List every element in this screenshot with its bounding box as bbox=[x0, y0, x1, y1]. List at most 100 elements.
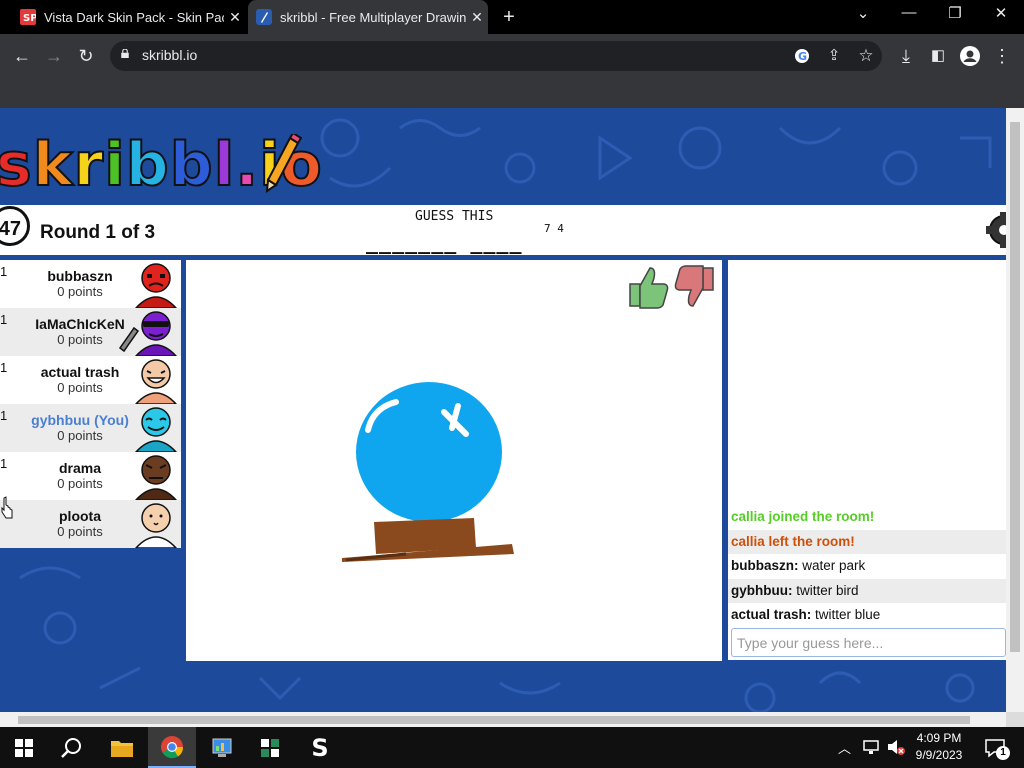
player-rank: 1 bbox=[0, 360, 8, 375]
smiling-avatar-icon bbox=[134, 407, 178, 452]
chat-message: gybhbuu: twitter bird bbox=[728, 579, 1006, 603]
sunglasses-avatar-icon bbox=[134, 311, 178, 356]
player-row[interactable]: 1 bubbaszn 0 points bbox=[0, 260, 181, 308]
chrome-taskbar-icon[interactable] bbox=[148, 727, 196, 768]
google-icon[interactable]: G bbox=[794, 48, 810, 64]
thumbs-down-icon[interactable] bbox=[673, 264, 717, 310]
laughing-avatar-icon bbox=[134, 359, 178, 404]
drawing bbox=[342, 382, 514, 562]
side-panel-icon[interactable]: ◧ bbox=[926, 44, 950, 68]
horizontal-scrollbar[interactable] bbox=[0, 712, 1006, 727]
player-points: 0 points bbox=[57, 524, 103, 539]
guess-input[interactable] bbox=[731, 628, 1006, 657]
skinpack-favicon: SP bbox=[20, 9, 36, 25]
pencil-logo-icon bbox=[265, 134, 302, 193]
neutral-avatar-icon bbox=[134, 503, 178, 548]
player-row[interactable]: 1 IaMaChIcKeN 0 points bbox=[0, 308, 181, 356]
chat-message: callia joined the room! bbox=[728, 505, 1006, 529]
drawing-pencil-icon bbox=[118, 326, 140, 353]
magnifier-icon bbox=[61, 737, 81, 758]
message-text: twitter blue bbox=[811, 607, 881, 622]
chat-message: bubbaszn: water park bbox=[728, 554, 1006, 578]
bookmark-star-icon[interactable]: ☆ bbox=[854, 44, 878, 68]
taskbar-clock[interactable]: 4:09 PM 9/9/2023 bbox=[906, 730, 972, 764]
file-explorer-icon[interactable] bbox=[98, 727, 146, 768]
timer-value: 47 bbox=[0, 218, 21, 240]
network-icon[interactable] bbox=[862, 739, 880, 755]
restore-icon[interactable]: ❐ bbox=[935, 4, 975, 22]
folder-icon bbox=[111, 740, 133, 757]
mouse-cursor-icon bbox=[1, 496, 13, 519]
player-row-you[interactable]: 1 gybhbuu (You) 0 points bbox=[0, 404, 181, 452]
chrome-icon bbox=[161, 735, 184, 758]
forward-icon[interactable]: → bbox=[42, 44, 66, 68]
svg-text:G: G bbox=[798, 50, 807, 63]
vertical-scrollbar[interactable] bbox=[1006, 108, 1024, 712]
lock-icon bbox=[121, 49, 129, 58]
message-author: actual trash: bbox=[731, 607, 812, 622]
control-panel-icon[interactable] bbox=[198, 727, 246, 768]
settings-gear-icon[interactable] bbox=[984, 210, 1008, 250]
player-row[interactable]: ploota 0 points bbox=[0, 500, 181, 548]
monitor-chart-icon bbox=[212, 738, 232, 757]
menu-icon[interactable]: ⋮ bbox=[990, 44, 1014, 68]
player-rank: 1 bbox=[0, 408, 8, 423]
back-icon[interactable]: ← bbox=[10, 44, 34, 68]
player-row[interactable]: 1 actual trash 0 points bbox=[0, 356, 181, 404]
player-points: 0 points bbox=[57, 428, 103, 443]
search-icon[interactable] bbox=[48, 727, 96, 768]
tab-skribbl[interactable]: skribbl - Free Multiplayer Drawing ✕ bbox=[248, 0, 488, 34]
close-tab-icon[interactable]: ✕ bbox=[466, 9, 488, 26]
player-rank: 1 bbox=[0, 312, 8, 327]
player-row[interactable]: 1 drama 0 points bbox=[0, 452, 181, 500]
player-name: bubbaszn bbox=[47, 268, 113, 284]
tab-title: Vista Dark Skin Pack - Skin Pack f bbox=[44, 9, 224, 25]
tab-title: skribbl - Free Multiplayer Drawing bbox=[280, 9, 466, 25]
skribbl-favicon bbox=[256, 9, 272, 25]
message-text: callia left the room! bbox=[731, 534, 855, 549]
tab-vista-skin-pack[interactable]: SP Vista Dark Skin Pack - Skin Pack f ✕ bbox=[12, 0, 246, 34]
round-indicator: Round 1 of 3 bbox=[40, 222, 156, 243]
tab-search-icon[interactable]: ⌄ bbox=[843, 4, 883, 22]
svg-text:SP: SP bbox=[23, 13, 36, 24]
share-icon[interactable]: ⇪ bbox=[822, 44, 846, 68]
clock-time: 4:09 PM bbox=[916, 731, 962, 745]
chat-message: actual trash: twitter blue bbox=[728, 603, 1006, 627]
clock-date: 9/9/2023 bbox=[915, 748, 963, 762]
player-rank: 1 bbox=[0, 264, 8, 279]
s-letter-icon: S bbox=[311, 733, 329, 762]
download-icon[interactable]: ⤓ bbox=[894, 44, 918, 68]
drawing-canvas[interactable] bbox=[186, 260, 722, 661]
address-bar[interactable] bbox=[110, 41, 882, 71]
scrollbar-thumb[interactable] bbox=[18, 716, 970, 724]
minimize-icon[interactable]: — bbox=[889, 4, 929, 21]
new-tab-icon[interactable]: + bbox=[498, 6, 520, 28]
message-text: twitter bird bbox=[792, 583, 859, 598]
guess-this-label: GUESS THIS bbox=[415, 209, 494, 224]
notification-badge: 1 bbox=[996, 746, 1010, 760]
grumpy-avatar-icon bbox=[134, 455, 178, 500]
show-hidden-icons-icon[interactable]: ︿ bbox=[838, 738, 851, 757]
chat-message: callia left the room! bbox=[728, 530, 1006, 554]
player-name: actual trash bbox=[40, 364, 120, 380]
angry-avatar-icon bbox=[134, 263, 178, 308]
scrollbar-thumb[interactable] bbox=[1010, 122, 1020, 652]
close-tab-icon[interactable]: ✕ bbox=[224, 9, 246, 26]
player-points: 0 points bbox=[57, 476, 103, 491]
volume-muted-icon[interactable] bbox=[886, 738, 906, 756]
scrollbar-corner bbox=[1006, 712, 1024, 727]
windows-logo-icon bbox=[15, 738, 33, 757]
s-app-icon[interactable]: S bbox=[296, 727, 344, 768]
word-blanks: _______ ____ bbox=[366, 230, 523, 254]
player-points: 0 points bbox=[57, 380, 103, 395]
reload-icon[interactable]: ↻ bbox=[74, 44, 98, 68]
thumbs-up-icon[interactable] bbox=[626, 264, 670, 310]
message-author: gybhbuu: bbox=[731, 583, 793, 598]
close-window-icon[interactable]: ✕ bbox=[981, 4, 1021, 22]
player-rank: 1 bbox=[0, 456, 8, 471]
bookmarks-bar bbox=[0, 76, 1024, 108]
message-author: bubbaszn: bbox=[731, 558, 799, 573]
app-icon[interactable] bbox=[246, 727, 294, 768]
profile-icon[interactable] bbox=[960, 46, 980, 66]
windows-start-icon[interactable] bbox=[0, 727, 48, 768]
